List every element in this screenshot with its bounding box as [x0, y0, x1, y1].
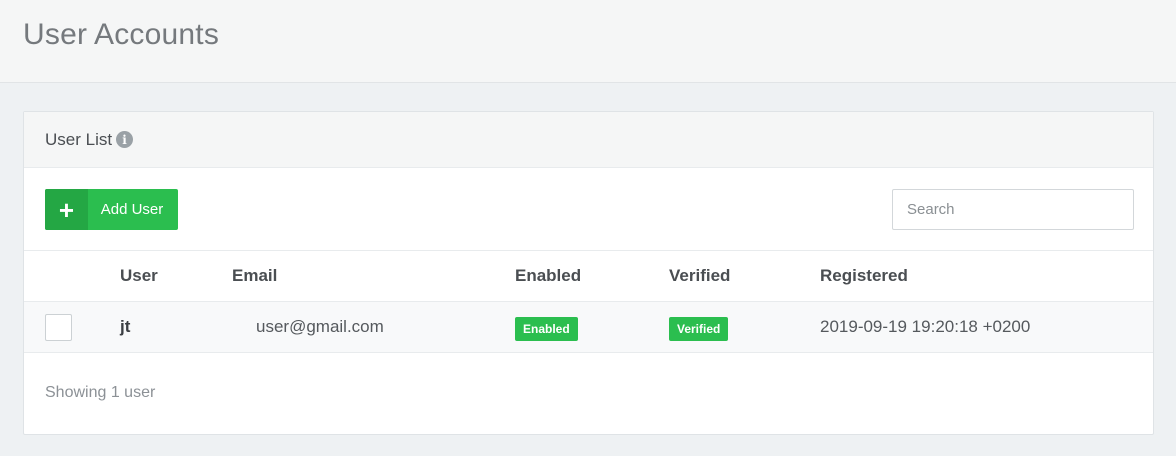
panel-title: User List	[45, 130, 113, 149]
add-user-button[interactable]: + Add User	[45, 189, 178, 230]
column-header-verified[interactable]: Verified	[669, 266, 730, 286]
add-user-label: Add User	[100, 201, 164, 218]
user-cell[interactable]: jt	[120, 317, 130, 337]
results-summary: Showing 1 user	[45, 384, 156, 401]
verified-badge: Verified	[669, 317, 729, 341]
panel-heading: User List i	[24, 112, 1153, 168]
column-header-enabled[interactable]: Enabled	[515, 266, 581, 286]
plus-icon: +	[45, 189, 88, 230]
page-title: User Accounts	[23, 18, 220, 51]
email-cell: user@gmail.com	[256, 317, 384, 336]
search-input[interactable]	[892, 189, 1134, 230]
column-header-registered[interactable]: Registered	[820, 266, 908, 286]
page-header: User Accounts	[0, 0, 1176, 83]
table-row[interactable]: jt user@gmail.com Enabled Verified 2019-…	[24, 302, 1153, 353]
column-header-user[interactable]: User	[120, 266, 158, 286]
table-header: User Email Enabled Verified Registered	[24, 251, 1153, 302]
row-select-checkbox[interactable]	[45, 314, 72, 341]
column-header-email[interactable]: Email	[232, 266, 277, 286]
toolbar: + Add User	[24, 168, 1153, 251]
registered-cell: 2019-09-19 19:20:18 +0200	[820, 317, 1031, 336]
info-icon[interactable]: i	[116, 131, 134, 148]
enabled-badge: Enabled	[515, 317, 578, 341]
user-list-panel: User List i + Add User User Email Enable…	[23, 111, 1154, 435]
